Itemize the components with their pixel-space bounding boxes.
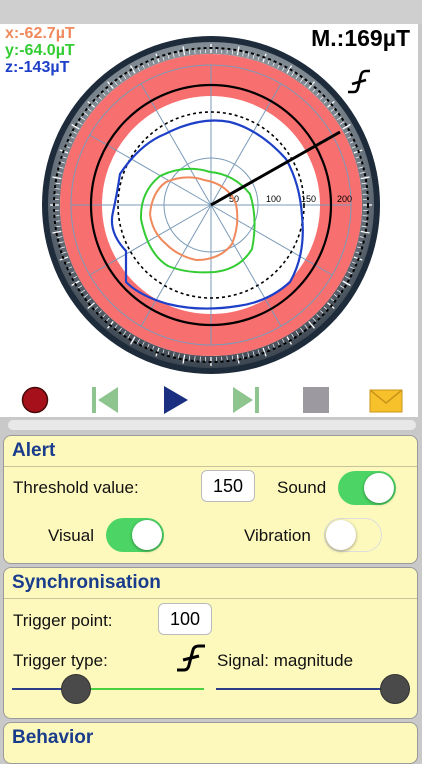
sound-toggle[interactable] [338,471,396,505]
slider-thumb[interactable] [380,674,410,704]
threshold-input[interactable]: 150 [201,470,255,502]
sound-label: Sound [277,478,326,498]
next-button[interactable] [230,384,262,416]
signal-label: Signal: magnitude [217,651,353,671]
trigger-type-label: Trigger type: [13,651,108,671]
previous-button[interactable] [89,384,121,416]
skip-forward-icon [230,384,262,416]
rising-edge-icon [175,642,207,674]
visual-toggle[interactable] [106,518,164,552]
alert-title: Alert [12,440,55,462]
signal-slider[interactable] [216,674,410,704]
record-button[interactable] [19,384,51,416]
play-icon [160,384,192,416]
stop-button[interactable] [300,384,332,416]
stop-icon [300,384,332,416]
scroll-divider [8,420,416,430]
radial-tick-label: 150 [301,194,316,204]
vibration-toggle[interactable] [324,518,382,552]
radial-tick-label: 200 [337,194,352,204]
trigger-type-button[interactable] [175,642,207,674]
synchronisation-panel: Synchronisation Trigger point: 100 Trigg… [3,567,418,719]
magnitude-reading: M.:169µT [311,25,410,52]
synchronisation-title: Synchronisation [12,572,161,594]
behavior-title: Behavior [12,727,93,749]
slider-thumb[interactable] [61,674,91,704]
divider [4,466,417,467]
threshold-label: Threshold value: [13,478,139,498]
record-icon [19,384,51,416]
scope-panel: 50 100 150 200 x:-62.7µT y:-64.0µT z:-14… [0,24,422,417]
vibration-label: Vibration [244,526,311,546]
polar-dial: 50 100 150 200 [0,24,418,380]
envelope-icon [369,384,403,416]
top-bar [0,0,422,24]
z-axis-reading: z:-143µT [5,59,69,77]
play-button[interactable] [160,384,192,416]
playback-toolbar [0,380,418,417]
email-button[interactable] [369,384,401,416]
skip-back-icon [89,384,121,416]
visual-label: Visual [48,526,94,546]
trigger-point-slider[interactable] [12,674,204,704]
divider [4,598,417,599]
trigger-point-input[interactable]: 100 [158,603,212,635]
x-axis-reading: x:-62.7µT [5,25,75,43]
trigger-point-label: Trigger point: [13,611,113,631]
y-axis-reading: y:-64.0µT [5,42,75,60]
slider-track [12,688,204,690]
radial-tick-label: 100 [266,194,281,204]
alert-panel: Alert Threshold value: 150 Sound Visual … [3,435,418,564]
behavior-panel: Behavior [3,722,418,764]
